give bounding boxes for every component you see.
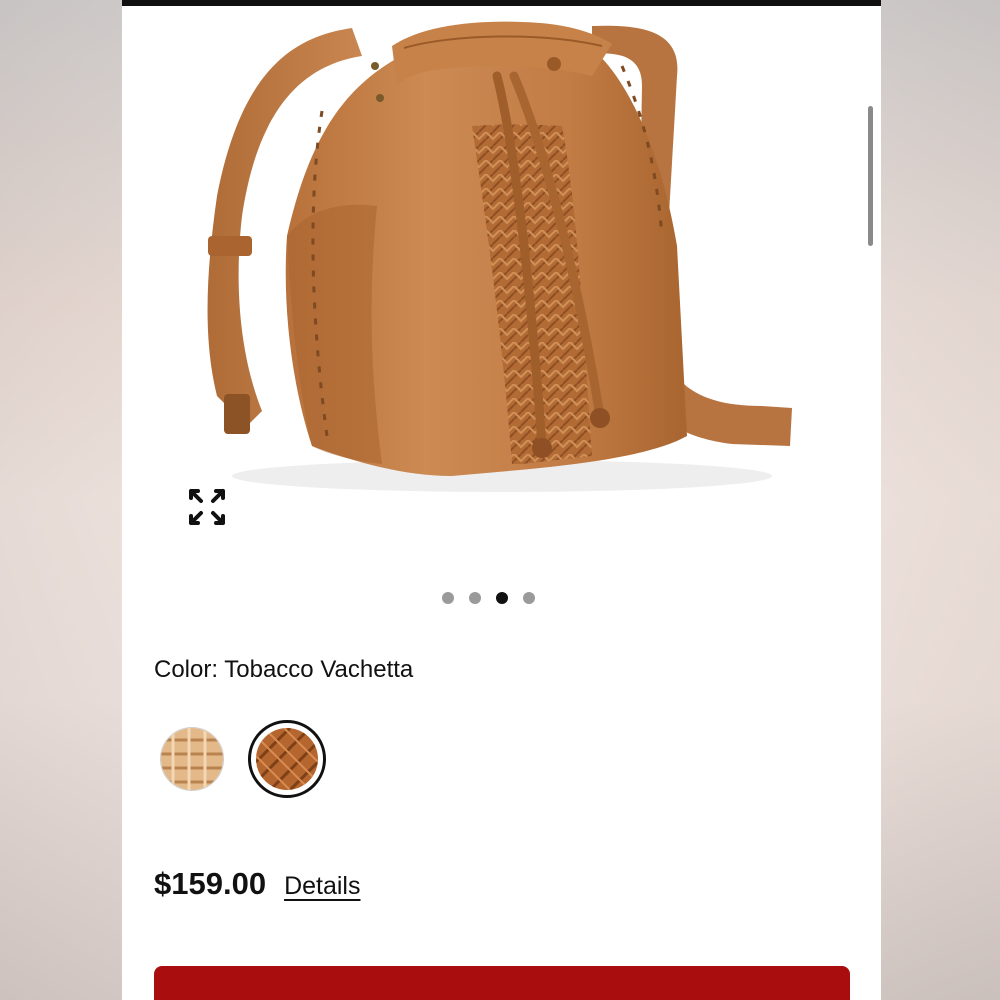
swatch-natural[interactable] bbox=[160, 727, 224, 791]
add-to-bag-button[interactable] bbox=[154, 966, 850, 1000]
product-page: Color: Tobacco Vachetta $159.00 Details bbox=[122, 0, 881, 1000]
color-label-row: Color: Tobacco Vachetta bbox=[154, 656, 413, 684]
carousel-dots bbox=[442, 592, 535, 604]
product-image[interactable] bbox=[122, 6, 881, 566]
price-row: $159.00 Details bbox=[154, 866, 360, 902]
details-link[interactable]: Details bbox=[284, 872, 360, 901]
background-right bbox=[881, 0, 1000, 1000]
scrollbar[interactable] bbox=[868, 106, 873, 246]
zoom-button[interactable] bbox=[182, 482, 232, 532]
carousel-dot-4[interactable] bbox=[523, 592, 535, 604]
woven-swatch-icon bbox=[256, 728, 318, 790]
product-price: $159.00 bbox=[154, 866, 267, 901]
carousel-dot-1[interactable] bbox=[442, 592, 454, 604]
woven-swatch-icon bbox=[161, 728, 223, 790]
carousel-dot-2[interactable] bbox=[469, 592, 481, 604]
bucket-bag-illustration bbox=[207, 21, 792, 492]
background-left bbox=[0, 0, 122, 1000]
expand-arrows-icon bbox=[189, 489, 225, 525]
carousel-dot-3[interactable] bbox=[496, 592, 508, 604]
color-value: Tobacco Vachetta bbox=[224, 656, 414, 683]
color-label: Color: bbox=[154, 656, 219, 683]
color-swatches bbox=[160, 720, 326, 798]
swatch-tobacco-vachetta[interactable] bbox=[248, 720, 326, 798]
